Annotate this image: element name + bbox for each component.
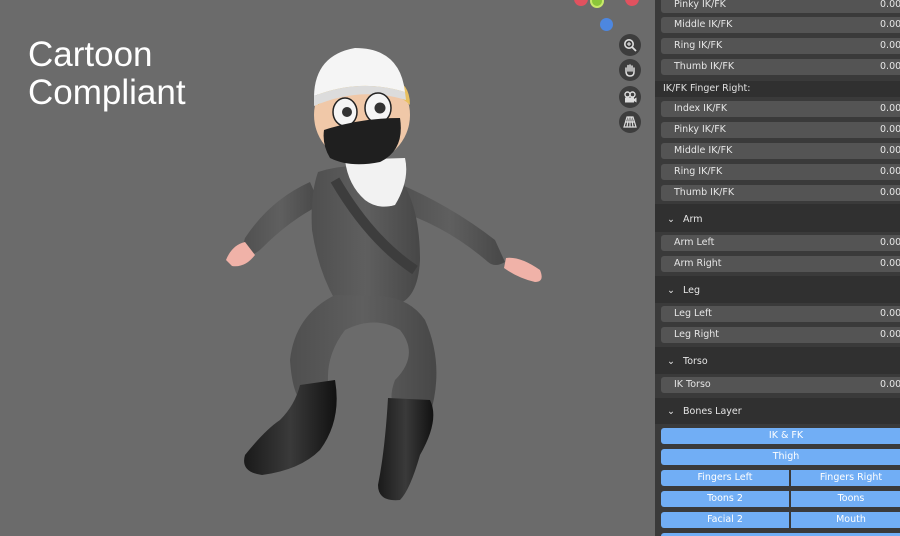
chevron-down-icon: ⌄: [667, 406, 675, 417]
field-label: Pinky IK/FK: [674, 0, 726, 10]
bones-layer-section-header[interactable]: ⌄ Bones Layer: [655, 399, 900, 424]
field-value: 0.00: [880, 124, 900, 135]
field-label: IK Torso: [674, 379, 711, 390]
field-label: Arm Right: [674, 258, 722, 269]
torso-section-title: Torso: [683, 356, 708, 367]
ik-fk-slider-field[interactable]: Ring IK/FK 0.00: [661, 164, 900, 180]
field-label: Leg Right: [674, 329, 720, 340]
bones-fingers-right-button[interactable]: Fingers Right: [791, 470, 900, 486]
properties-panel[interactable]: Pinky IK/FK 0.00 Middle IK/FK 0.00 Ring IK/F…: [655, 0, 900, 536]
torso-section-header[interactable]: ⌄ Torso: [655, 349, 900, 374]
ik-fk-slider-field[interactable]: Middle IK/FK 0.00: [661, 17, 900, 33]
ik-fk-slider-field[interactable]: Middle IK/FK 0.00: [661, 143, 900, 159]
field-label: Thumb IK/FK: [674, 61, 735, 72]
field-value: 0.00: [880, 40, 900, 51]
cartoon-character-model[interactable]: [0, 0, 655, 536]
bones-mouth-button[interactable]: Mouth: [791, 512, 900, 528]
field-label: Pinky IK/FK: [674, 124, 726, 135]
field-value: 0.00: [880, 103, 900, 114]
bones-toons2-button[interactable]: Toons 2: [661, 491, 789, 507]
ik-fk-slider-field[interactable]: Pinky IK/FK 0.00: [661, 122, 900, 138]
ik-fk-slider-field[interactable]: IK Torso 0.00: [661, 377, 900, 393]
ik-fk-slider-field[interactable]: Thumb IK/FK 0.00: [661, 59, 900, 75]
field-value: 0.00: [880, 308, 900, 319]
bones-facial2-button[interactable]: Facial 2: [661, 512, 789, 528]
field-label: Ring IK/FK: [674, 166, 723, 177]
3d-viewport[interactable]: Cartoon Compliant: [0, 0, 655, 536]
arm-section-title: Arm: [683, 214, 703, 225]
field-label: Middle IK/FK: [674, 145, 733, 156]
field-label: Ring IK/FK: [674, 40, 723, 51]
chevron-down-icon: ⌄: [667, 356, 675, 367]
chevron-down-icon: ⌄: [667, 285, 675, 296]
ik-fk-slider-field[interactable]: Leg Left 0.00: [661, 306, 900, 322]
bones-thigh-button[interactable]: Thigh: [661, 449, 900, 465]
ik-fk-slider-field[interactable]: Pinky IK/FK 0.00: [661, 0, 900, 13]
field-label: Thumb IK/FK: [674, 187, 735, 198]
leg-section-title: Leg: [683, 285, 701, 296]
field-value: 0.00: [880, 187, 900, 198]
ik-fk-slider-field[interactable]: Leg Right 0.00: [661, 327, 900, 343]
field-value: 0.00: [880, 379, 900, 390]
field-value: 0.00: [880, 145, 900, 156]
field-value: 0.00: [880, 166, 900, 177]
bones-fingers-left-button[interactable]: Fingers Left: [661, 470, 789, 486]
ik-fk-slider-field[interactable]: Arm Left 0.00: [661, 235, 900, 251]
field-value: 0.00: [880, 237, 900, 248]
ik-fk-slider-field[interactable]: Index IK/FK 0.00: [661, 101, 900, 117]
finger-right-title: IK/FK Finger Right:: [663, 83, 751, 94]
field-label: Arm Left: [674, 237, 715, 248]
field-value: 0.00: [880, 0, 900, 10]
field-value: 0.00: [880, 258, 900, 269]
ik-fk-slider-field[interactable]: Thumb IK/FK 0.00: [661, 185, 900, 201]
field-value: 0.00: [880, 19, 900, 30]
field-label: Middle IK/FK: [674, 19, 733, 30]
field-value: 0.00: [880, 329, 900, 340]
bones-layer-section-title: Bones Layer: [683, 406, 742, 417]
arm-section-header[interactable]: ⌄ Arm: [655, 207, 900, 232]
field-label: Index IK/FK: [674, 103, 728, 114]
ik-fk-slider-field[interactable]: Arm Right 0.00: [661, 256, 900, 272]
bones-ik-fk-button[interactable]: IK & FK: [661, 428, 900, 444]
bones-toons-button[interactable]: Toons: [791, 491, 900, 507]
leg-section-header[interactable]: ⌄ Leg: [655, 278, 900, 303]
field-label: Leg Left: [674, 308, 712, 319]
chevron-down-icon: ⌄: [667, 214, 675, 225]
ik-fk-slider-field[interactable]: Ring IK/FK 0.00: [661, 38, 900, 54]
field-value: 0.00: [880, 61, 900, 72]
